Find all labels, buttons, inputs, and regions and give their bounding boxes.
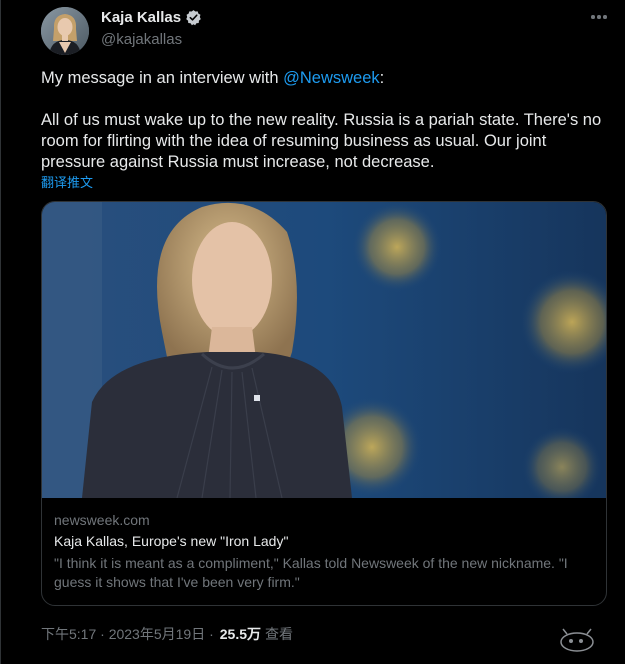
views-count: 25.5万 bbox=[219, 626, 261, 642]
watermark-logo-icon bbox=[560, 628, 594, 652]
card-title: Kaja Kallas, Europe's new "Iron Lady" bbox=[54, 533, 289, 549]
author-handle[interactable]: @kajakallas bbox=[101, 31, 182, 48]
card-description: "I think it is meant as a compliment," K… bbox=[54, 555, 568, 590]
verified-badge-icon bbox=[186, 10, 201, 26]
tweet-intro-end: : bbox=[379, 69, 385, 87]
mention-link[interactable]: @Newsweek bbox=[283, 69, 380, 87]
more-dot bbox=[597, 15, 601, 19]
card-image bbox=[42, 202, 606, 498]
display-name-text: Kaja Kallas bbox=[101, 9, 182, 26]
tweet-text: My message in an interview with @Newswee… bbox=[41, 68, 611, 173]
views-label: 查看 bbox=[265, 626, 293, 642]
more-options-button[interactable] bbox=[586, 6, 612, 28]
tweet-body: All of us must wake up to the new realit… bbox=[41, 111, 602, 171]
translate-tweet-link[interactable]: 翻译推文 bbox=[41, 172, 93, 191]
tweet-meta: 下午5:17 · 2023年5月19日 · 25.5万 查看 bbox=[41, 624, 293, 644]
more-dot bbox=[603, 15, 607, 19]
link-preview-card[interactable]: newsweek.com Kaja Kallas, Europe's new "… bbox=[41, 201, 607, 606]
more-options-icon bbox=[591, 15, 595, 19]
tweet: Kaja Kallas @kajakallas My message in an… bbox=[0, 0, 625, 664]
card-domain: newsweek.com bbox=[54, 512, 150, 528]
avatar[interactable] bbox=[41, 7, 89, 55]
tweet-intro: My message in an interview with bbox=[41, 69, 284, 87]
timestamp[interactable]: 下午5:17 · 2023年5月19日 · bbox=[41, 624, 214, 644]
display-name[interactable]: Kaja Kallas bbox=[101, 9, 202, 26]
